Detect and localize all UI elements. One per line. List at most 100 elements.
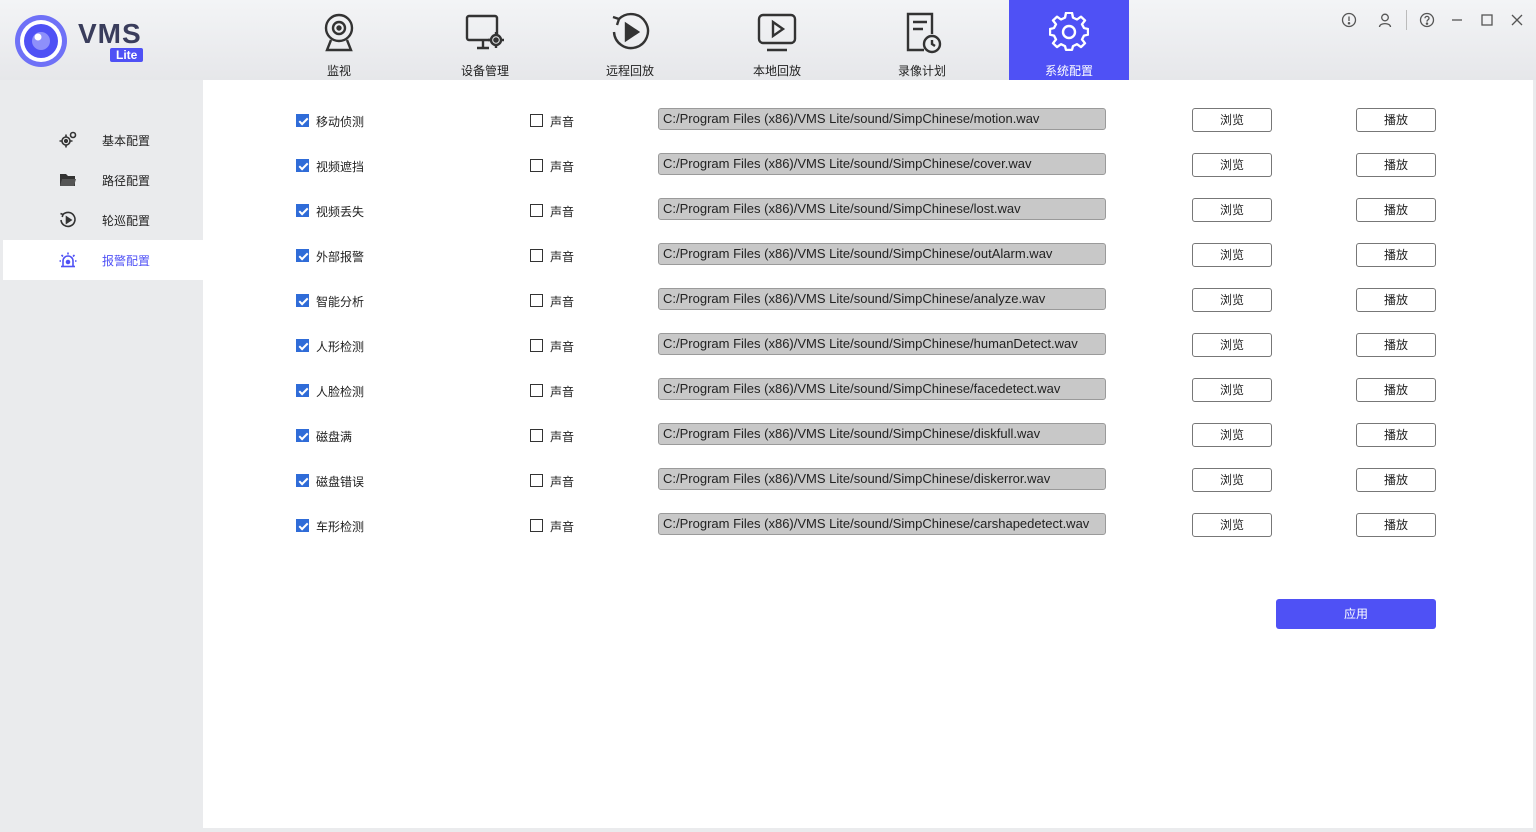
nav-record-plan[interactable]: 录像计划 bbox=[862, 0, 982, 80]
alarm-name-label[interactable]: 移动侦测 bbox=[316, 113, 364, 130]
sound-checkbox[interactable] bbox=[530, 339, 543, 352]
alarm-name-label[interactable]: 磁盘错误 bbox=[316, 473, 364, 490]
play-button[interactable]: 播放 bbox=[1356, 513, 1436, 537]
sound-checkbox[interactable] bbox=[530, 114, 543, 127]
alarm-enable-checkbox[interactable] bbox=[296, 159, 309, 172]
play-button[interactable]: 播放 bbox=[1356, 198, 1436, 222]
sound-path-field[interactable]: C:/Program Files (x86)/VMS Lite/sound/Si… bbox=[658, 513, 1106, 535]
play-button[interactable]: 播放 bbox=[1356, 468, 1436, 492]
sound-path-field[interactable]: C:/Program Files (x86)/VMS Lite/sound/Si… bbox=[658, 423, 1106, 445]
alarm-name-label[interactable]: 外部报警 bbox=[316, 248, 364, 265]
alarm-row: 人形检测 声音 C:/Program Files (x86)/VMS Lite/so… bbox=[203, 331, 1533, 361]
browse-button[interactable]: 浏览 bbox=[1192, 198, 1272, 222]
sound-label[interactable]: 声音 bbox=[550, 248, 574, 265]
alarm-enable-checkbox[interactable] bbox=[296, 249, 309, 262]
play-button[interactable]: 播放 bbox=[1356, 153, 1436, 177]
alarm-config-panel: 移动侦测 声音 C:/Program Files (x86)/VMS Lite/so… bbox=[203, 80, 1533, 828]
sound-path-field[interactable]: C:/Program Files (x86)/VMS Lite/sound/Si… bbox=[658, 288, 1106, 310]
sidebar-item-label: 路径配置 bbox=[102, 174, 151, 188]
sidebar-item-label: 基本配置 bbox=[102, 134, 151, 148]
alarm-name-label[interactable]: 视频丢失 bbox=[316, 203, 364, 220]
divider bbox=[1406, 10, 1407, 30]
sound-label[interactable]: 声音 bbox=[550, 518, 574, 535]
alarm-enable-checkbox[interactable] bbox=[296, 294, 309, 307]
nav-remote-playback[interactable]: 远程回放 bbox=[570, 0, 690, 80]
browse-button[interactable]: 浏览 bbox=[1192, 468, 1272, 492]
sound-checkbox[interactable] bbox=[530, 249, 543, 262]
sound-label[interactable]: 声音 bbox=[550, 293, 574, 310]
sound-label[interactable]: 声音 bbox=[550, 203, 574, 220]
apply-button[interactable]: 应用 bbox=[1276, 599, 1436, 629]
maximize-icon[interactable] bbox=[1479, 12, 1495, 28]
play-button[interactable]: 播放 bbox=[1356, 243, 1436, 267]
sound-path-field[interactable]: C:/Program Files (x86)/VMS Lite/sound/Si… bbox=[658, 378, 1106, 400]
close-icon[interactable] bbox=[1509, 12, 1525, 28]
alarm-row: 车形检测 声音 C:/Program Files (x86)/VMS Lite/so… bbox=[203, 511, 1533, 541]
alarm-row: 移动侦测 声音 C:/Program Files (x86)/VMS Lite/so… bbox=[203, 106, 1533, 136]
alarm-enable-checkbox[interactable] bbox=[296, 429, 309, 442]
alarm-name-label[interactable]: 人脸检测 bbox=[316, 383, 364, 400]
sound-checkbox[interactable] bbox=[530, 204, 543, 217]
nav-label: 监视 bbox=[326, 64, 351, 78]
nav-monitor[interactable]: 监视 bbox=[279, 0, 399, 80]
nav-system-config[interactable]: 系统配置 bbox=[1009, 0, 1129, 80]
user-icon[interactable] bbox=[1377, 12, 1393, 28]
sound-path-field[interactable]: C:/Program Files (x86)/VMS Lite/sound/Si… bbox=[658, 198, 1106, 220]
browse-button[interactable]: 浏览 bbox=[1192, 153, 1272, 177]
alarm-row: 磁盘满 声音 C:/Program Files (x86)/VMS Lite/sou… bbox=[203, 421, 1533, 451]
alarm-enable-checkbox[interactable] bbox=[296, 474, 309, 487]
browse-button[interactable]: 浏览 bbox=[1192, 513, 1272, 537]
sidebar-item-basic-config[interactable]: 基本配置 bbox=[3, 120, 203, 160]
sound-path-field[interactable]: C:/Program Files (x86)/VMS Lite/sound/Si… bbox=[658, 243, 1106, 265]
play-button[interactable]: 播放 bbox=[1356, 333, 1436, 357]
minimize-icon[interactable] bbox=[1449, 12, 1465, 28]
play-button[interactable]: 播放 bbox=[1356, 288, 1436, 312]
browse-button[interactable]: 浏览 bbox=[1192, 378, 1272, 402]
play-button[interactable]: 播放 bbox=[1356, 378, 1436, 402]
sound-checkbox[interactable] bbox=[530, 384, 543, 397]
sound-label[interactable]: 声音 bbox=[550, 338, 574, 355]
nav-label: 设备管理 bbox=[460, 64, 509, 78]
alarm-enable-checkbox[interactable] bbox=[296, 339, 309, 352]
sound-label[interactable]: 声音 bbox=[550, 158, 574, 175]
info-icon[interactable] bbox=[1341, 12, 1357, 28]
browse-button[interactable]: 浏览 bbox=[1192, 243, 1272, 267]
vms-logo-icon bbox=[15, 15, 67, 67]
play-button[interactable]: 播放 bbox=[1356, 108, 1436, 132]
sound-path-field[interactable]: C:/Program Files (x86)/VMS Lite/sound/Si… bbox=[658, 468, 1106, 490]
help-icon[interactable] bbox=[1419, 12, 1435, 28]
alarm-name-label[interactable]: 车形检测 bbox=[316, 518, 364, 535]
sound-label[interactable]: 声音 bbox=[550, 473, 574, 490]
sound-checkbox[interactable] bbox=[530, 429, 543, 442]
alarm-enable-checkbox[interactable] bbox=[296, 204, 309, 217]
browse-button[interactable]: 浏览 bbox=[1192, 423, 1272, 447]
alarm-name-label[interactable]: 人形检测 bbox=[316, 338, 364, 355]
nav-device-management[interactable]: 设备管理 bbox=[425, 0, 545, 80]
sound-label[interactable]: 声音 bbox=[550, 113, 574, 130]
browse-button[interactable]: 浏览 bbox=[1192, 288, 1272, 312]
sound-checkbox[interactable] bbox=[530, 519, 543, 532]
alarm-enable-checkbox[interactable] bbox=[296, 114, 309, 127]
sidebar-item-path-config[interactable]: 路径配置 bbox=[3, 160, 203, 200]
sound-checkbox[interactable] bbox=[530, 474, 543, 487]
sound-label[interactable]: 声音 bbox=[550, 428, 574, 445]
nav-local-playback[interactable]: 本地回放 bbox=[717, 0, 837, 80]
sound-checkbox[interactable] bbox=[530, 294, 543, 307]
browse-button[interactable]: 浏览 bbox=[1192, 333, 1272, 357]
alarm-name-label[interactable]: 智能分析 bbox=[316, 293, 364, 310]
play-button[interactable]: 播放 bbox=[1356, 423, 1436, 447]
sound-path-field[interactable]: C:/Program Files (x86)/VMS Lite/sound/Si… bbox=[658, 153, 1106, 175]
alarm-enable-checkbox[interactable] bbox=[296, 384, 309, 397]
sidebar-item-alarm-config[interactable]: 报警配置 bbox=[3, 240, 203, 280]
sidebar: 基本配置 路径配置 轮巡配置 报警配置 bbox=[0, 80, 203, 832]
sidebar-item-label: 报警配置 bbox=[102, 254, 151, 268]
sound-label[interactable]: 声音 bbox=[550, 383, 574, 400]
sound-checkbox[interactable] bbox=[530, 159, 543, 172]
alarm-name-label[interactable]: 磁盘满 bbox=[316, 428, 352, 445]
alarm-name-label[interactable]: 视频遮挡 bbox=[316, 158, 364, 175]
browse-button[interactable]: 浏览 bbox=[1192, 108, 1272, 132]
sound-path-field[interactable]: C:/Program Files (x86)/VMS Lite/sound/Si… bbox=[658, 333, 1106, 355]
alarm-enable-checkbox[interactable] bbox=[296, 519, 309, 532]
sidebar-item-patrol-config[interactable]: 轮巡配置 bbox=[3, 200, 203, 240]
sound-path-field[interactable]: C:/Program Files (x86)/VMS Lite/sound/Si… bbox=[658, 108, 1106, 130]
